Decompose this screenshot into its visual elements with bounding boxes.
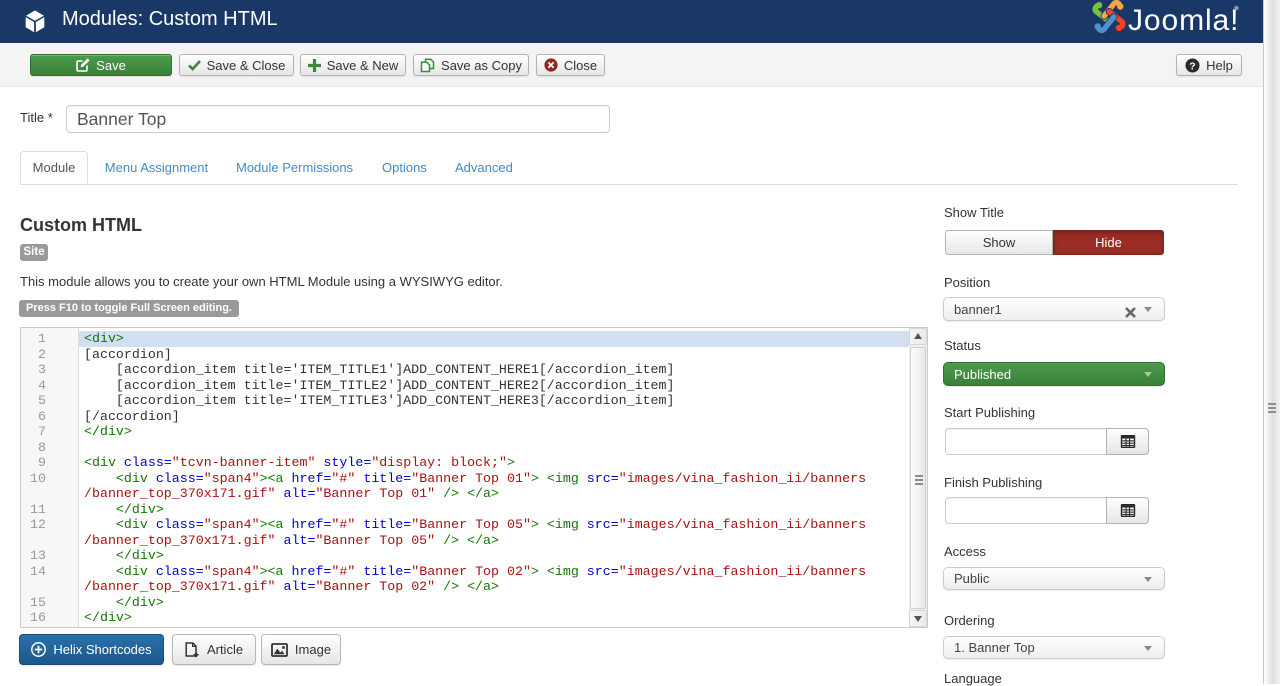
- svg-text:?: ?: [1189, 60, 1195, 72]
- svg-text:Joomla!: Joomla!: [1128, 4, 1239, 37]
